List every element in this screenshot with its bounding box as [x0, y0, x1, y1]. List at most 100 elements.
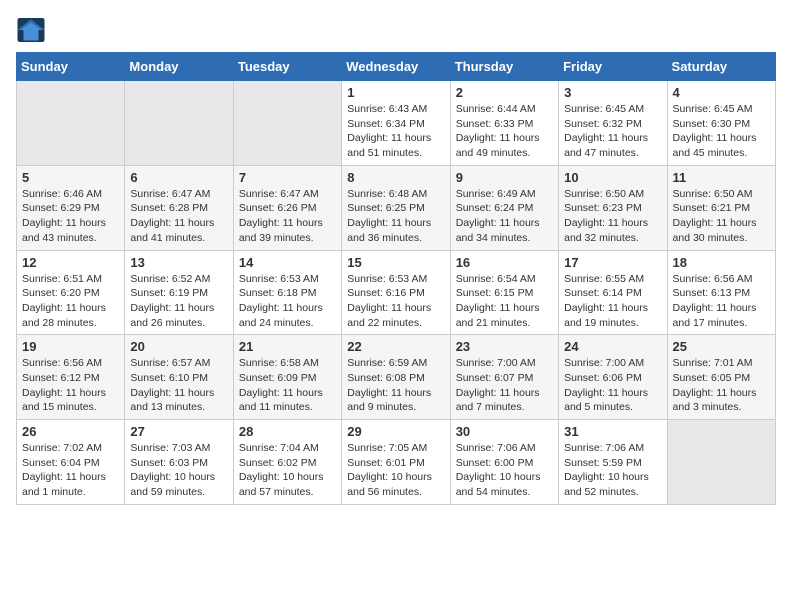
day-info: Sunrise: 6:53 AM Sunset: 6:18 PM Dayligh… [239, 272, 336, 331]
calendar-cell: 2Sunrise: 6:44 AM Sunset: 6:33 PM Daylig… [450, 81, 558, 166]
calendar-cell: 14 Sunrise: 6:53 AM Sunset: 6:18 PM Dayli… [233, 250, 341, 335]
calendar-cell: 22 Sunrise: 6:59 AM Sunset: 6:08 PM Dayli… [342, 335, 450, 420]
calendar-cell [233, 81, 341, 166]
calendar-cell: 16 Sunrise: 6:54 AM Sunset: 6:15 PM Dayli… [450, 250, 558, 335]
day-info: Sunrise: 6:52 AM Sunset: 6:19 PM Dayligh… [130, 272, 227, 331]
calendar-cell: 29 Sunrise: 7:05 AM Sunset: 6:01 PM Dayli… [342, 420, 450, 505]
day-number: 29 [347, 424, 444, 439]
day-number: 11 [673, 170, 770, 185]
calendar-cell [17, 81, 125, 166]
day-info: Sunrise: 7:02 AM Sunset: 6:04 PM Dayligh… [22, 441, 119, 500]
calendar-cell: 3 Sunrise: 6:45 AM Sunset: 6:32 PM Daylig… [559, 81, 667, 166]
calendar-cell [667, 420, 775, 505]
calendar-week-row: 26 Sunrise: 7:02 AM Sunset: 6:04 PM Dayli… [17, 420, 776, 505]
day-info: Sunrise: 6:48 AM Sunset: 6:25 PM Dayligh… [347, 187, 444, 246]
weekday-header-friday: Friday [559, 53, 667, 81]
calendar-cell: 24 Sunrise: 7:00 AM Sunset: 6:06 PM Dayli… [559, 335, 667, 420]
day-number: 19 [22, 339, 119, 354]
weekday-header-sunday: Sunday [17, 53, 125, 81]
day-number: 4 [673, 85, 770, 100]
calendar-cell: 25 Sunrise: 7:01 AM Sunset: 6:05 PM Dayli… [667, 335, 775, 420]
day-number: 8 [347, 170, 444, 185]
day-number: 13 [130, 255, 227, 270]
day-number: 16 [456, 255, 553, 270]
calendar-cell: 12 Sunrise: 6:51 AM Sunset: 6:20 PM Dayli… [17, 250, 125, 335]
calendar-cell [125, 81, 233, 166]
weekday-header-thursday: Thursday [450, 53, 558, 81]
calendar-week-row: 1 Sunrise: 6:43 AM Sunset: 6:34 PM Daylig… [17, 81, 776, 166]
day-info: Sunrise: 7:00 AM Sunset: 6:06 PM Dayligh… [564, 356, 661, 415]
day-number: 21 [239, 339, 336, 354]
calendar-cell: 5 Sunrise: 6:46 AM Sunset: 6:29 PM Daylig… [17, 165, 125, 250]
calendar-cell: 19 Sunrise: 6:56 AM Sunset: 6:12 PM Dayli… [17, 335, 125, 420]
day-info: Sunrise: 6:58 AM Sunset: 6:09 PM Dayligh… [239, 356, 336, 415]
day-info: Sunrise: 7:04 AM Sunset: 6:02 PM Dayligh… [239, 441, 336, 500]
day-number: 12 [22, 255, 119, 270]
calendar-cell: 4Sunrise: 6:45 AM Sunset: 6:30 PM Daylig… [667, 81, 775, 166]
calendar-cell: 21 Sunrise: 6:58 AM Sunset: 6:09 PM Dayli… [233, 335, 341, 420]
day-info: Sunrise: 6:50 AM Sunset: 6:21 PM Dayligh… [673, 187, 770, 246]
day-number: 17 [564, 255, 661, 270]
logo-icon [16, 16, 46, 44]
day-info: Sunrise: 6:43 AM Sunset: 6:34 PM Dayligh… [347, 102, 444, 161]
calendar-cell: 23Sunrise: 7:00 AM Sunset: 6:07 PM Dayli… [450, 335, 558, 420]
day-number: 28 [239, 424, 336, 439]
day-number: 3 [564, 85, 661, 100]
day-number: 1 [347, 85, 444, 100]
calendar-week-row: 19 Sunrise: 6:56 AM Sunset: 6:12 PM Dayli… [17, 335, 776, 420]
day-info: Sunrise: 6:46 AM Sunset: 6:29 PM Dayligh… [22, 187, 119, 246]
day-number: 15 [347, 255, 444, 270]
day-info: Sunrise: 7:00 AM Sunset: 6:07 PM Dayligh… [456, 356, 553, 415]
day-info: Sunrise: 7:03 AM Sunset: 6:03 PM Dayligh… [130, 441, 227, 500]
day-info: Sunrise: 6:56 AM Sunset: 6:12 PM Dayligh… [22, 356, 119, 415]
day-info: Sunrise: 6:56 AM Sunset: 6:13 PM Dayligh… [673, 272, 770, 331]
weekday-header-monday: Monday [125, 53, 233, 81]
calendar-cell: 28 Sunrise: 7:04 AM Sunset: 6:02 PM Dayli… [233, 420, 341, 505]
logo [16, 16, 48, 44]
day-number: 25 [673, 339, 770, 354]
day-info: Sunrise: 6:50 AM Sunset: 6:23 PM Dayligh… [564, 187, 661, 246]
day-number: 5 [22, 170, 119, 185]
day-info: Sunrise: 6:57 AM Sunset: 6:10 PM Dayligh… [130, 356, 227, 415]
day-number: 26 [22, 424, 119, 439]
day-info: Sunrise: 6:51 AM Sunset: 6:20 PM Dayligh… [22, 272, 119, 331]
calendar-cell: 30 Sunrise: 7:06 AM Sunset: 6:00 PM Dayli… [450, 420, 558, 505]
day-number: 10 [564, 170, 661, 185]
day-info: Sunrise: 7:06 AM Sunset: 6:00 PM Dayligh… [456, 441, 553, 500]
calendar-week-row: 5 Sunrise: 6:46 AM Sunset: 6:29 PM Daylig… [17, 165, 776, 250]
calendar-header-row: SundayMondayTuesdayWednesdayThursdayFrid… [17, 53, 776, 81]
day-info: Sunrise: 6:59 AM Sunset: 6:08 PM Dayligh… [347, 356, 444, 415]
weekday-header-tuesday: Tuesday [233, 53, 341, 81]
day-number: 22 [347, 339, 444, 354]
page-header [16, 16, 776, 44]
calendar-cell: 17 Sunrise: 6:55 AM Sunset: 6:14 PM Dayli… [559, 250, 667, 335]
day-number: 20 [130, 339, 227, 354]
day-info: Sunrise: 7:05 AM Sunset: 6:01 PM Dayligh… [347, 441, 444, 500]
day-info: Sunrise: 7:01 AM Sunset: 6:05 PM Dayligh… [673, 356, 770, 415]
day-number: 18 [673, 255, 770, 270]
day-number: 7 [239, 170, 336, 185]
weekday-header-wednesday: Wednesday [342, 53, 450, 81]
calendar-cell: 20 Sunrise: 6:57 AM Sunset: 6:10 PM Dayli… [125, 335, 233, 420]
day-info: Sunrise: 6:47 AM Sunset: 6:26 PM Dayligh… [239, 187, 336, 246]
day-number: 30 [456, 424, 553, 439]
calendar-cell: 31 Sunrise: 7:06 AM Sunset: 5:59 PM Dayli… [559, 420, 667, 505]
day-info: Sunrise: 6:45 AM Sunset: 6:32 PM Dayligh… [564, 102, 661, 161]
calendar-cell: 9Sunrise: 6:49 AM Sunset: 6:24 PM Daylig… [450, 165, 558, 250]
calendar-cell: 13 Sunrise: 6:52 AM Sunset: 6:19 PM Dayli… [125, 250, 233, 335]
day-number: 2 [456, 85, 553, 100]
day-info: Sunrise: 7:06 AM Sunset: 5:59 PM Dayligh… [564, 441, 661, 500]
day-number: 6 [130, 170, 227, 185]
day-number: 24 [564, 339, 661, 354]
day-info: Sunrise: 6:54 AM Sunset: 6:15 PM Dayligh… [456, 272, 553, 331]
calendar-table: SundayMondayTuesdayWednesdayThursdayFrid… [16, 52, 776, 505]
weekday-header-saturday: Saturday [667, 53, 775, 81]
calendar-cell: 18 Sunrise: 6:56 AM Sunset: 6:13 PM Dayli… [667, 250, 775, 335]
calendar-cell: 26 Sunrise: 7:02 AM Sunset: 6:04 PM Dayli… [17, 420, 125, 505]
day-info: Sunrise: 6:55 AM Sunset: 6:14 PM Dayligh… [564, 272, 661, 331]
day-info: Sunrise: 6:47 AM Sunset: 6:28 PM Dayligh… [130, 187, 227, 246]
calendar-cell: 10 Sunrise: 6:50 AM Sunset: 6:23 PM Dayli… [559, 165, 667, 250]
day-number: 31 [564, 424, 661, 439]
calendar-cell: 7 Sunrise: 6:47 AM Sunset: 6:26 PM Daylig… [233, 165, 341, 250]
day-number: 14 [239, 255, 336, 270]
